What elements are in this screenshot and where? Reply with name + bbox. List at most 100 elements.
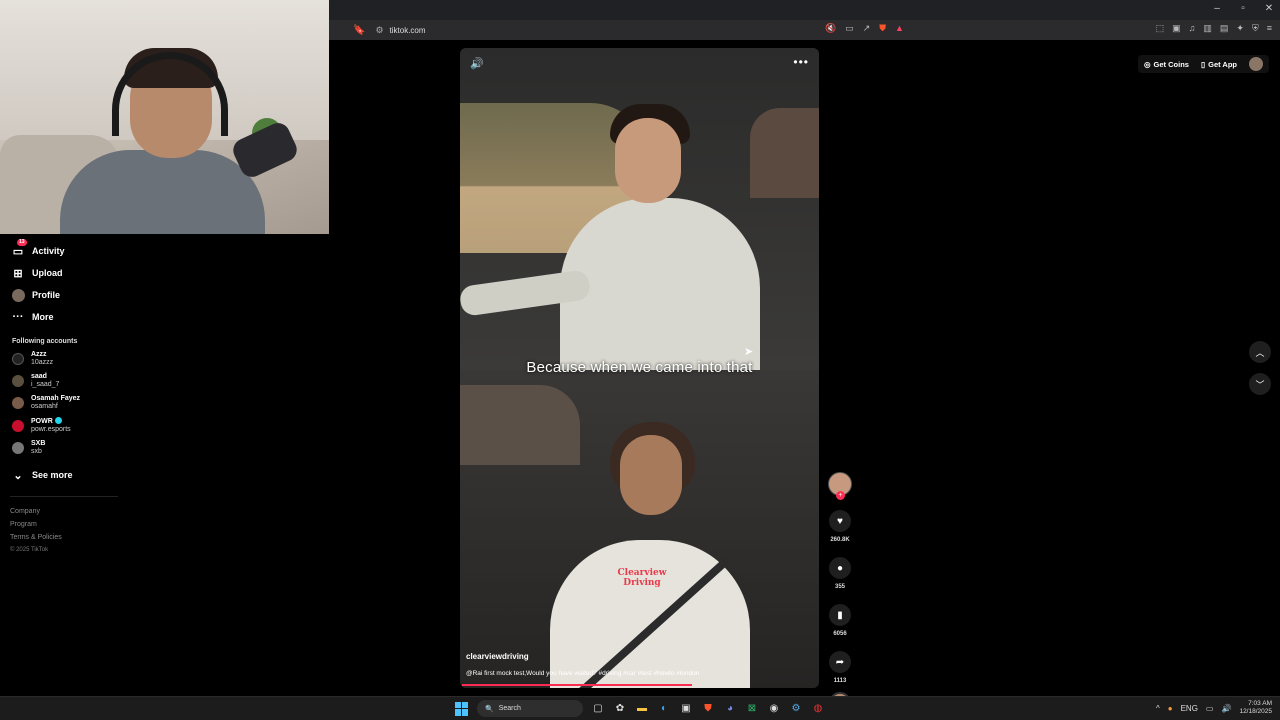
video-description[interactable]: @Rai first mock test,Would you have wait… xyxy=(466,670,699,677)
see-more-button[interactable]: ⌄ See more xyxy=(10,464,120,486)
tray-chevron-icon[interactable]: ^ xyxy=(1156,704,1160,713)
verified-badge-icon xyxy=(54,417,62,424)
language-indicator[interactable]: ENG xyxy=(1181,704,1198,713)
video-player[interactable]: Clearview Driving Because when we came i… xyxy=(460,48,819,688)
vpn-icon[interactable]: ⛨ xyxy=(1252,23,1259,34)
follow-plus-icon[interactable]: + xyxy=(836,491,845,500)
following-accounts-title: Following accounts xyxy=(12,338,78,345)
steam-icon[interactable]: ⚙ xyxy=(789,702,803,716)
minimize-button[interactable]: – xyxy=(1212,3,1222,14)
footer-link-company[interactable]: Company xyxy=(10,505,120,518)
plus-square-icon: ⊞ xyxy=(13,267,23,280)
previous-video-button[interactable]: ︿ xyxy=(1249,341,1271,363)
clock-time: 7:03 AM xyxy=(1248,700,1272,707)
following-account[interactable]: Osamah Fayez osamahf xyxy=(12,395,120,411)
brave-shield-icon[interactable]: ⛊ xyxy=(879,23,886,34)
volume-icon[interactable]: 🔊 xyxy=(470,57,484,70)
copyright: © 2025 TikTok xyxy=(10,547,49,553)
following-account[interactable]: SXB sxb xyxy=(12,440,120,456)
maximize-button[interactable]: ▫ xyxy=(1238,3,1248,14)
following-account[interactable]: saad i_saad_7 xyxy=(12,373,120,389)
wallet-icon[interactable]: ▤ xyxy=(1220,23,1229,34)
mute-tab-icon[interactable]: 🔇 xyxy=(825,23,836,34)
nav-more[interactable]: ··· More xyxy=(10,306,120,328)
copilot-icon[interactable]: ✿ xyxy=(613,702,627,716)
see-more-label: See more xyxy=(32,470,73,480)
get-app-button[interactable]: ▯ Get App xyxy=(1201,60,1237,69)
terminal-icon[interactable]: ⊠ xyxy=(745,702,759,716)
video-caption: Because when we came into that xyxy=(526,359,753,376)
comment-button[interactable]: ● xyxy=(829,557,851,579)
account-handle: i_saad_7 xyxy=(31,381,60,388)
share-icon[interactable]: ↗ xyxy=(863,23,871,34)
brave-rewards-icon[interactable]: ▲ xyxy=(895,23,904,34)
creator-avatar[interactable]: + xyxy=(828,472,852,500)
video-author[interactable]: clearviewdriving xyxy=(466,652,529,661)
shirt-logo: Clearview Driving xyxy=(617,568,667,588)
video-frame-bottom: Clearview Driving xyxy=(460,370,819,688)
account-handle: powr.esports xyxy=(31,426,71,433)
nav-profile[interactable]: Profile xyxy=(10,284,120,306)
menu-icon[interactable]: ≡ xyxy=(1267,23,1272,34)
clock[interactable]: 7:03 AM 12/18/2025 xyxy=(1239,700,1272,716)
close-button[interactable]: ✕ xyxy=(1264,3,1274,14)
mouse-cursor-icon: ➤ xyxy=(744,346,754,358)
share-button[interactable]: ➦ xyxy=(829,651,851,673)
brave-icon[interactable]: ⛊ xyxy=(701,702,715,716)
next-video-button[interactable]: ﹀ xyxy=(1249,373,1271,395)
network-icon[interactable]: ▭ xyxy=(1206,704,1214,713)
screenshot-icon[interactable]: ▣ xyxy=(1172,23,1181,34)
share-arrow-icon: ➦ xyxy=(835,656,845,668)
nav-more-label: More xyxy=(32,312,54,322)
app-icon[interactable]: ◍ xyxy=(811,702,825,716)
profile-avatar xyxy=(11,288,25,302)
discord-icon[interactable]: ◕ xyxy=(723,702,737,716)
nav-upload[interactable]: ⊞ Upload xyxy=(10,262,120,284)
footer-link-terms[interactable]: Terms & Policies xyxy=(10,531,120,544)
account-handle: 10azzz xyxy=(31,359,54,366)
video-progress-bar[interactable] xyxy=(462,684,692,686)
account-name: Azzz xyxy=(31,351,47,358)
like-button[interactable]: ♥ xyxy=(829,510,851,532)
chevron-down-icon: ⌄ xyxy=(13,469,23,482)
account-avatar xyxy=(12,353,24,365)
video-frame-top xyxy=(460,48,819,370)
store-icon[interactable]: ▣ xyxy=(679,702,693,716)
account-handle: sxb xyxy=(31,448,42,455)
taskbar: 🔍 Search ▢ ✿ ▬ ◐ ▣ ⛊ ◕ ⊠ ◉ ⚙ ◍ ^ ● ENG ▭… xyxy=(0,696,1280,720)
nav-activity[interactable]: ▭ 13 Activity xyxy=(10,239,120,262)
bookmark-icon[interactable]: 🔖 xyxy=(353,25,365,36)
webcam-overlay xyxy=(0,0,329,234)
site-info-icon[interactable]: ⚙ xyxy=(375,25,383,36)
user-avatar[interactable] xyxy=(1249,57,1263,71)
url-field[interactable]: tiktok.com xyxy=(390,26,426,35)
video-actions: + ♥ 260.8K ● 355 ▮ 6056 ➦ 1113 xyxy=(827,472,853,714)
edge-icon[interactable]: ◐ xyxy=(657,702,671,716)
comment-count: 355 xyxy=(834,584,845,590)
more-dots-icon: ··· xyxy=(12,311,24,323)
save-button[interactable]: ▮ xyxy=(829,604,851,626)
volume-icon[interactable]: 🔊 xyxy=(1221,704,1231,713)
media-icon[interactable]: ♫ xyxy=(1189,23,1196,34)
windows-start-icon[interactable] xyxy=(455,701,469,716)
following-account[interactable]: Azzz 10azzz xyxy=(12,351,120,367)
leo-icon[interactable]: ✦ xyxy=(1236,23,1244,34)
sidebar-icon[interactable]: ▥ xyxy=(1203,23,1212,34)
microphone-icon[interactable]: ● xyxy=(1168,704,1173,713)
save-count: 6056 xyxy=(833,631,847,637)
heart-icon: ♥ xyxy=(837,515,843,527)
following-account[interactable]: POWR powr.esports xyxy=(12,417,120,434)
share-count: 1113 xyxy=(833,678,847,684)
extensions-icon[interactable]: ⬚ xyxy=(1156,23,1165,34)
more-options-icon[interactable]: ••• xyxy=(793,55,809,69)
account-name: Osamah Fayez xyxy=(31,395,81,402)
obs-icon[interactable]: ◉ xyxy=(767,702,781,716)
nav-upload-label: Upload xyxy=(32,268,63,278)
cast-icon[interactable]: ▭ xyxy=(845,23,854,34)
taskbar-search[interactable]: 🔍 Search xyxy=(477,700,583,717)
footer-link-program[interactable]: Program xyxy=(10,518,120,531)
phone-icon: ▯ xyxy=(1200,59,1206,69)
task-view-icon[interactable]: ▢ xyxy=(591,702,605,716)
file-explorer-icon[interactable]: ▬ xyxy=(635,702,649,716)
get-coins-button[interactable]: ◎ Get Coins xyxy=(1144,60,1189,69)
